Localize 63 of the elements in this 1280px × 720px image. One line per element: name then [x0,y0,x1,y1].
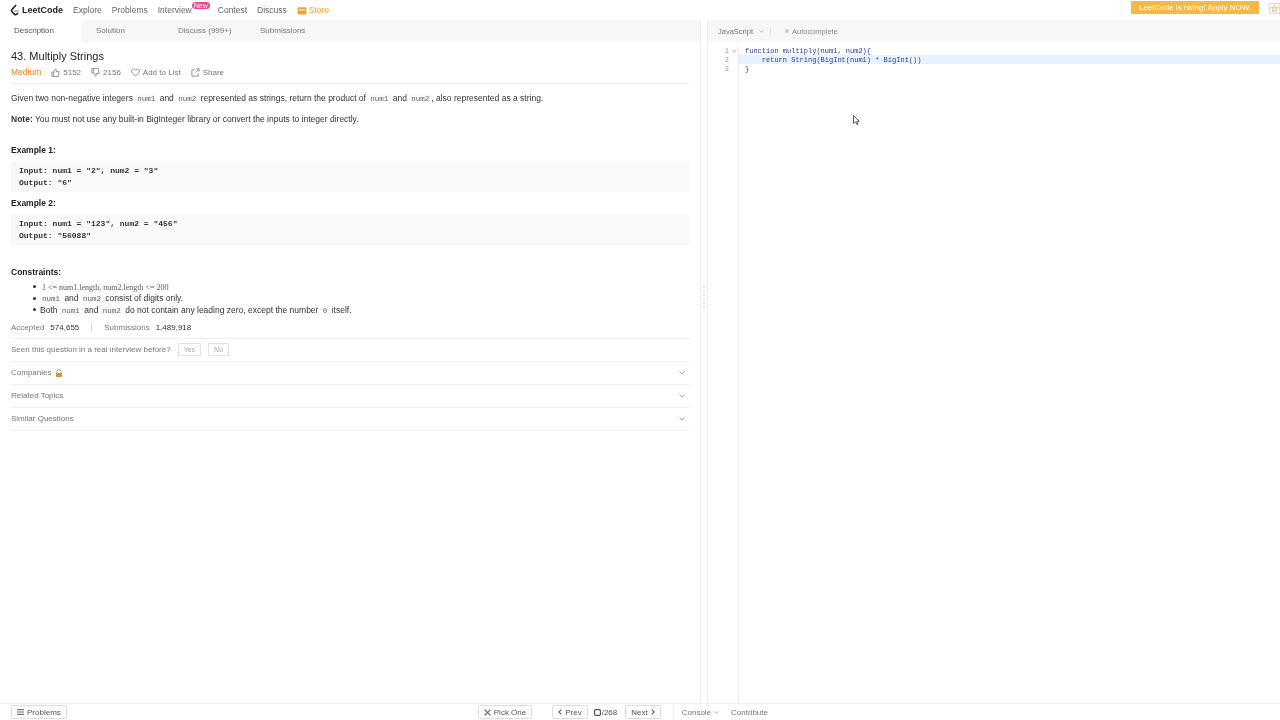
section-title[interactable]: Related Topics [11,391,64,400]
stat-value: 574,655 [50,322,80,332]
next-button[interactable]: Next [625,705,661,719]
nav-link[interactable]: Problems [111,5,148,15]
dislike-count[interactable]: 2156 [103,67,121,77]
thumbs-down-icon [91,67,101,77]
nav-link[interactable]: Interview [157,5,192,15]
list-icon [17,709,24,715]
mouse-pointer-icon [853,115,860,125]
heart-icon [130,67,140,77]
star-button[interactable] [1269,2,1280,14]
problem-title: 43. Multiply Strings [11,50,105,62]
interview-question: Seen this question in a real interview before? [11,345,171,354]
example-block: Input: num1 = "123", num2 = "456" Output: "56088" [11,214,689,245]
tab[interactable]: Solution [82,20,164,42]
tab[interactable]: Submissions [246,20,328,42]
shuffle-icon [483,708,491,716]
fold-icon[interactable] [731,48,737,53]
constraint-item: 1 <= num1.length, num2.length <= 200 [40,281,171,292]
prev-button[interactable]: Prev [552,705,588,719]
example-heading: Example 1: [11,145,57,155]
share-icon [190,67,200,77]
console-button[interactable]: Console [681,707,720,717]
lock-icon [55,368,64,377]
difficulty-label: Medium [11,67,42,77]
caret-icon [714,710,720,714]
problems-button[interactable]: Problems [11,705,67,719]
caret-icon [759,29,764,33]
pick-one-button[interactable]: Pick One [477,705,533,719]
tab[interactable]: Discuss (999+) [164,20,246,42]
tab[interactable]: Description [0,20,82,42]
leetcode-logo[interactable]: LeetCode [10,4,63,16]
section-title[interactable]: Companies [11,368,52,377]
add-to-list-link[interactable]: Add to List [142,67,181,77]
chevron-right-icon [650,709,655,715]
stat-label: Submissions [104,322,150,332]
nav-link[interactable]: Explore [73,5,102,15]
problem-counter: /268 [601,707,618,717]
stat-label: Accepted [11,322,45,332]
store-icon [296,5,307,15]
stat-value: 1,489,918 [155,322,192,332]
chevron-down-icon[interactable] [679,370,685,375]
bullet-icon [33,285,36,289]
status-dot-icon [785,29,789,33]
example-heading: Example 2: [11,198,57,208]
share-link[interactable]: Share [202,67,224,77]
chevron-down-icon[interactable] [679,393,685,398]
constraints-heading: Constraints: [11,267,63,277]
nav-link[interactable]: Contest [217,5,248,15]
section-title[interactable]: Similar Questions [11,414,74,423]
chevron-down-icon[interactable] [679,416,685,421]
logo-icon [10,4,20,16]
nav-link[interactable]: Discuss [257,5,287,15]
like-count[interactable]: 5152 [63,67,82,77]
contribute-link[interactable]: Contribute [731,707,768,717]
thumbs-up-icon [51,67,61,77]
chevron-left-icon [558,709,563,715]
dice-icon [593,708,601,716]
description-paragraph: Note: You must not use any built-in BigInteger library or convert the inputs to integer directly. [11,114,360,125]
example-block: Input: num1 = "2", num2 = "3" Output: "6" [11,161,689,192]
logo-text: LeetCode [22,5,63,15]
bullet-icon [33,308,36,312]
bullet-icon [33,296,36,300]
